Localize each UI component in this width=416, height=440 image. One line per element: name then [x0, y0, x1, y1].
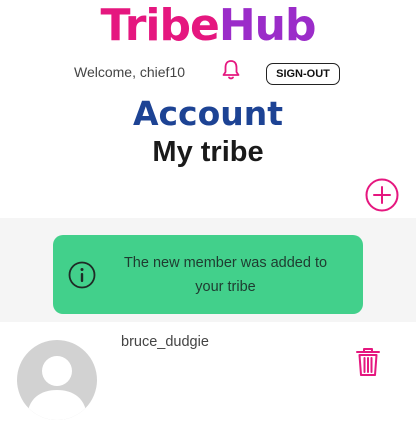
default-avatar-icon	[27, 356, 87, 420]
success-alert: The new member was added to your tribe	[53, 235, 363, 314]
add-member-button[interactable]	[365, 178, 399, 212]
bell-icon[interactable]	[221, 59, 241, 81]
logo-text-hub: Hub	[218, 0, 317, 51]
plus-circle-icon	[365, 178, 399, 212]
info-icon	[68, 261, 96, 289]
member-list-item: bruce_dudgie	[0, 322, 416, 440]
page-subtitle: My tribe	[152, 136, 264, 168]
app-logo[interactable]: TribeHub	[0, 2, 416, 50]
signout-button[interactable]: SIGN-OUT	[266, 63, 340, 85]
delete-member-button[interactable]	[355, 347, 381, 377]
trash-icon	[356, 348, 380, 376]
header-area: TribeHub Welcome, chief10 SIGN-OUT Accou…	[0, 0, 416, 218]
welcome-text: Welcome, chief10	[74, 64, 186, 80]
alert-message: The new member was added to your tribe	[123, 255, 328, 295]
member-username: bruce_dudgie	[121, 334, 209, 350]
logo-text-tribe: Tribe	[100, 0, 220, 51]
avatar	[17, 340, 97, 420]
page-title: Account	[132, 94, 284, 133]
